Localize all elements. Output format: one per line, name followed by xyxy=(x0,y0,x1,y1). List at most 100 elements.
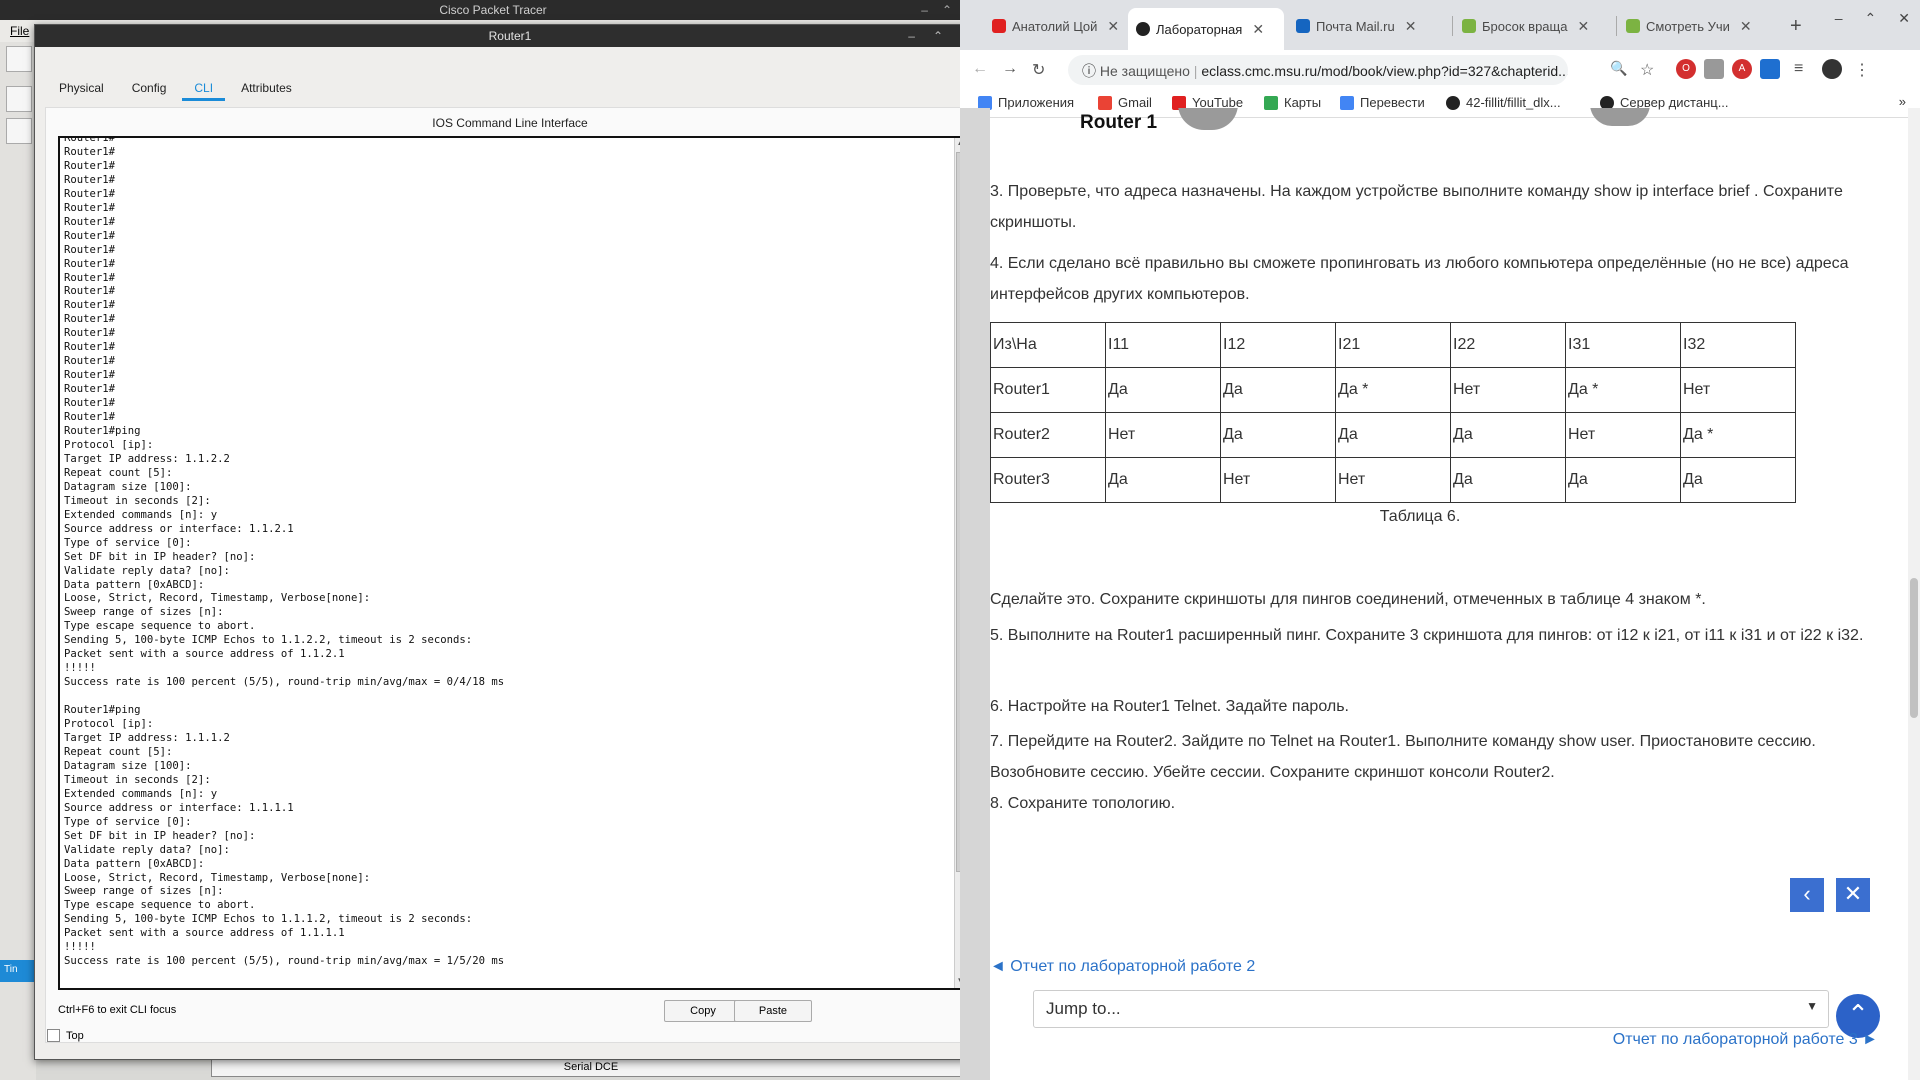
table-cell: Да xyxy=(1335,412,1451,458)
close-book-button[interactable]: ✕ xyxy=(1836,878,1870,912)
table-cell: Router3 xyxy=(990,457,1106,503)
tab-cli[interactable]: CLI xyxy=(182,79,226,101)
more-bookmarks-icon[interactable]: » xyxy=(1899,94,1906,109)
close-icon[interactable]: ✕ xyxy=(1898,10,1910,27)
browser-tab-0[interactable]: Анатолий Цой ✕ xyxy=(984,12,1144,40)
tab-label: Лабораторная xyxy=(1156,21,1243,37)
table-cell: Нет xyxy=(1105,412,1221,458)
menu-file[interactable]: File xyxy=(10,24,29,38)
router-shape xyxy=(1590,108,1650,126)
table-cell: Да xyxy=(1105,367,1221,413)
tab-label: Бросок враща xyxy=(1482,18,1568,34)
tab-divider xyxy=(1616,16,1617,36)
prev-report-link[interactable]: ◄ Отчет по лабораторной работе 2 xyxy=(990,958,1255,976)
table-cell: Нет xyxy=(1335,457,1451,503)
step-6: 6. Настройте на Router1 Telnet. Задайте … xyxy=(990,698,1349,715)
new-file-icon[interactable] xyxy=(6,46,32,72)
restore-icon[interactable]: ⌃ xyxy=(1865,10,1877,27)
page-content: Router 1 3. Проверьте, что адреса назнач… xyxy=(990,108,1908,1080)
bookmark-star-icon[interactable]: ☆ xyxy=(1640,60,1654,80)
table-cell: Да xyxy=(1220,412,1336,458)
table-cell: Да xyxy=(1220,367,1336,413)
cli-console[interactable]: Router1# Router1# Router1# Router1# Rout… xyxy=(58,136,968,990)
next-report-link[interactable]: Отчет по лабораторной работе 3 ► xyxy=(1613,1031,1878,1049)
dialog-tabs: Physical Config CLI Attributes xyxy=(35,79,985,101)
table-header-row: Из\На I11 I12 I21 I22 I31 I32 xyxy=(990,322,1796,368)
url-text: eclass.cmc.msu.ru/mod/book/view.php?id=3… xyxy=(1201,63,1568,79)
adblock-icon[interactable]: A xyxy=(1732,59,1752,79)
jump-to-value: Jump to... xyxy=(1046,999,1121,1018)
table-cell: Router1 xyxy=(990,367,1106,413)
mail-icon xyxy=(1296,19,1310,33)
table-cell: Да * xyxy=(1565,367,1681,413)
page-scroll-thumb[interactable] xyxy=(1910,578,1918,718)
page-scrollbar[interactable] xyxy=(1908,108,1920,1080)
dialog-titlebar: Router1 – ⌃ ✕ xyxy=(35,25,985,47)
new-tab-button[interactable]: + xyxy=(1782,12,1810,40)
router-figure: Router 1 xyxy=(1048,108,1248,138)
moodle-icon xyxy=(1136,22,1150,36)
zoom-icon[interactable]: 🔍 xyxy=(1610,60,1627,77)
minimize-icon[interactable]: – xyxy=(921,0,928,20)
close-icon[interactable]: ✕ xyxy=(1107,18,1119,35)
browser-window-controls: – ⌃ ✕ xyxy=(1835,10,1910,27)
pt-titlebar: Cisco Packet Tracer – ⌃ xyxy=(0,0,986,20)
connection-type-label: Serial DCE xyxy=(211,1057,971,1077)
site-icon xyxy=(1462,19,1476,33)
tab-physical[interactable]: Physical xyxy=(47,79,116,101)
pt-side-tool[interactable]: Tin xyxy=(0,960,36,982)
tab-attributes[interactable]: Attributes xyxy=(229,79,304,101)
paste-button[interactable]: Paste xyxy=(734,1000,812,1022)
cli-heading: IOS Command Line Interface xyxy=(432,116,588,130)
back-icon[interactable]: ← xyxy=(972,60,988,78)
copy-button[interactable]: Copy xyxy=(664,1000,742,1022)
restore-icon[interactable]: ⌃ xyxy=(942,0,952,20)
table-cell: Router2 xyxy=(990,412,1106,458)
step-3: 3. Проверьте, что адреса назначены. На к… xyxy=(990,183,1843,231)
avatar[interactable] xyxy=(1822,59,1842,79)
shield-icon[interactable] xyxy=(1760,59,1780,79)
ping-table: Из\На I11 I12 I21 I22 I31 I32 Router1 Да… xyxy=(990,322,1796,503)
media-icon[interactable]: ≡ xyxy=(1794,60,1803,78)
restore-icon[interactable]: ⌃ xyxy=(933,25,943,47)
close-icon[interactable]: ✕ xyxy=(1740,18,1752,35)
close-icon[interactable]: ✕ xyxy=(1405,18,1417,35)
select-tool-icon[interactable] xyxy=(6,86,32,112)
close-icon[interactable]: ✕ xyxy=(1577,18,1589,35)
forward-icon[interactable]: → xyxy=(1002,60,1018,78)
table-cell: I31 xyxy=(1565,322,1681,368)
reload-icon[interactable]: ↻ xyxy=(1032,60,1045,80)
info-icon[interactable]: ⓘ xyxy=(1082,63,1096,79)
tab-label: Смотреть Учи xyxy=(1646,18,1730,34)
minimize-icon[interactable]: – xyxy=(908,25,915,47)
minimize-icon[interactable]: – xyxy=(1835,10,1843,27)
cli-focus-hint: Ctrl+F6 to exit CLI focus xyxy=(58,1004,177,1016)
browser-tab-3[interactable]: Бросок враща ✕ xyxy=(1454,12,1614,40)
table-cell: Да xyxy=(1680,457,1796,503)
step-7: 7. Перейдите на Router2. Зайдите по Teln… xyxy=(990,733,1816,781)
top-checkbox[interactable] xyxy=(47,1029,60,1042)
pt-title: Cisco Packet Tracer xyxy=(439,3,547,17)
menu-kebab-icon[interactable]: ⋮ xyxy=(1854,60,1870,80)
close-icon[interactable]: ✕ xyxy=(1252,21,1264,38)
tab-config[interactable]: Config xyxy=(120,79,179,101)
browser-tab-2[interactable]: Почта Mail.ru ✕ xyxy=(1288,12,1448,40)
address-bar[interactable]: ⓘ Не защищено | eclass.cmc.msu.ru/mod/bo… xyxy=(1068,55,1568,85)
opera-vpn-icon[interactable]: O xyxy=(1676,59,1696,79)
table-cell: I12 xyxy=(1220,322,1336,368)
top-checkbox-row[interactable]: Top xyxy=(47,1029,84,1042)
table-cell: Да xyxy=(1565,457,1681,503)
browser-tab-4[interactable]: Смотреть Учи ✕ xyxy=(1618,12,1778,40)
page-left-margin xyxy=(960,108,990,1080)
extension-icon[interactable] xyxy=(1704,59,1724,79)
logical-view-icon[interactable] xyxy=(6,118,32,144)
prev-chapter-button[interactable]: ‹ xyxy=(1790,878,1824,912)
cli-output[interactable]: Router1# Router1# Router1# Router1# Rout… xyxy=(60,138,966,969)
table-cell: I22 xyxy=(1450,322,1566,368)
browser-tab-1[interactable]: Лабораторная ✕ xyxy=(1128,8,1284,50)
table-cell: Да xyxy=(1450,412,1566,458)
tab-divider xyxy=(1452,16,1453,36)
jump-to-select[interactable]: Jump to... ▼ xyxy=(1033,990,1829,1028)
tab-label: Почта Mail.ru xyxy=(1316,18,1395,34)
pt-left-toolbar xyxy=(0,42,36,1080)
